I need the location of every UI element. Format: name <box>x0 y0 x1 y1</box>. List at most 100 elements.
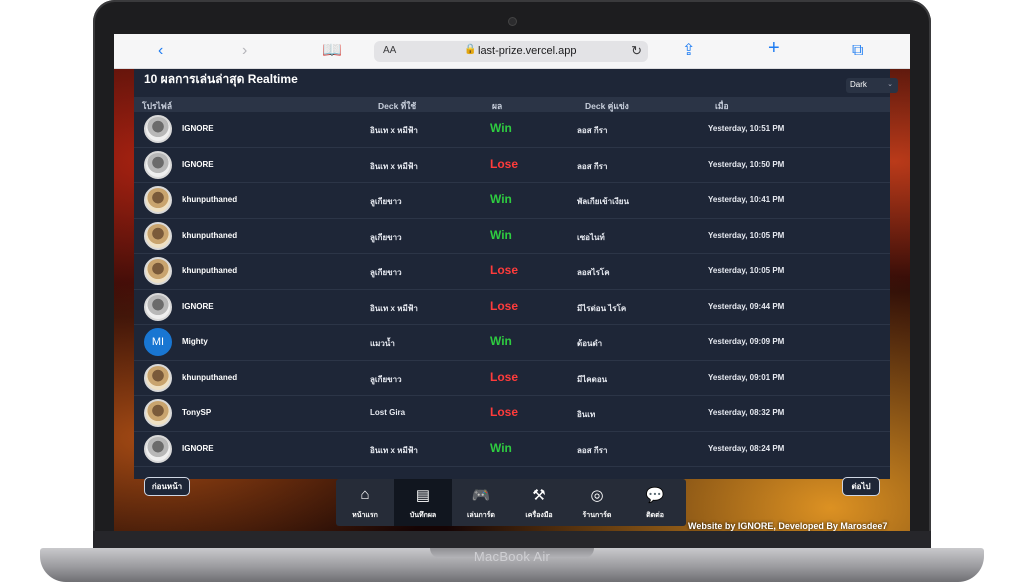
opponent-deck: พัลเกียเข้าเงียน <box>577 197 629 206</box>
share-icon[interactable]: ⇪ <box>682 42 695 60</box>
deck-used: ลูเกียขาว <box>370 268 402 277</box>
player-name[interactable]: Mighty <box>182 337 208 346</box>
opponent-deck: ลอส กีรา <box>577 126 608 135</box>
played-at: Yesterday, 10:41 PM <box>708 195 785 204</box>
match-result: Lose <box>490 298 519 313</box>
bookmarks-icon[interactable]: 📖 <box>322 42 342 60</box>
opponent-deck: มีไคดอน <box>577 374 608 384</box>
forward-icon[interactable]: › <box>242 42 247 60</box>
footer-credit: Website by IGNORE, Developed By Marosdee… <box>688 521 888 531</box>
player-name[interactable]: khunputhaned <box>182 373 237 382</box>
col-when: เมื่อ <box>715 101 729 111</box>
prev-button[interactable]: ก่อนหน้า <box>144 477 190 496</box>
opponent-deck: เซอไนท์ <box>577 232 605 242</box>
device-label: MacBook Air <box>473 549 551 564</box>
home-icon: ⌂ <box>360 486 370 503</box>
results-table: IGNORE อินเท x หมีฟ้า Win ลอส กีรา Yesterday… <box>134 112 890 467</box>
player-name[interactable]: IGNORE <box>182 124 214 133</box>
bottom-nav: ⌂ หน้าแรก ▤ บันทึกผล 🎮 เล่นการ์ด ⚒ เครื่องมือ ◎ ร… <box>336 479 686 526</box>
deck-used: ลูเกียขาว <box>370 232 402 242</box>
lock-icon: 🔒 <box>464 44 477 55</box>
played-at: Yesterday, 10:05 PM <box>708 266 785 275</box>
player-name[interactable]: IGNORE <box>182 302 214 311</box>
opponent-deck: ด้อนดำ <box>577 339 603 348</box>
player-name[interactable]: khunputhaned <box>182 231 237 240</box>
deck-used: แมวน้ำ <box>370 339 395 348</box>
col-profile: โปรไฟล์ <box>142 101 173 111</box>
avatar[interactable] <box>144 115 172 143</box>
avatar[interactable] <box>144 399 172 427</box>
avatar[interactable] <box>144 292 172 321</box>
player-name[interactable]: IGNORE <box>182 160 214 169</box>
opponent-deck: ลอส กีรา <box>577 445 608 455</box>
avatar[interactable] <box>144 434 172 463</box>
tools-icon: ⚒ <box>532 487 546 504</box>
avatar[interactable] <box>144 221 172 250</box>
col-deck: Deck ที่ใช้ <box>378 101 417 111</box>
nav-item-pokeball[interactable]: ◎ ร้านการ์ด <box>568 479 626 526</box>
theme-select-value: Dark <box>850 80 867 89</box>
theme-select[interactable]: Dark ⌄ <box>846 78 898 93</box>
safari-toolbar: ‹ › 📖 AA 🔒 last-prize.vercel.app ↻ ⇪ + ⧉ <box>114 34 910 69</box>
back-icon[interactable]: ‹ <box>158 42 163 60</box>
nav-label: เล่นการ์ด <box>467 512 495 519</box>
match-result: Win <box>490 334 512 348</box>
record-icon: ▤ <box>415 487 431 504</box>
reload-icon[interactable]: ↻ <box>631 43 642 59</box>
table-row: TonySP Lost Gira Lose อินเท Yesterday, 08:32… <box>134 396 890 432</box>
deck-used: Lost Gira <box>370 408 406 417</box>
player-name[interactable]: TonySP <box>182 408 211 417</box>
nav-item-home[interactable]: ⌂ หน้าแรก <box>336 479 394 526</box>
opponent-deck: อินเท <box>577 410 596 419</box>
text-size-button[interactable]: AA <box>383 45 396 56</box>
next-button[interactable]: ต่อไป <box>842 477 880 496</box>
match-result: Win <box>490 227 512 242</box>
opponent-deck: ลอสไรโค <box>577 268 610 277</box>
match-result: Win <box>490 192 512 206</box>
tabs-icon[interactable]: ⧉ <box>852 42 863 60</box>
address-bar[interactable]: AA 🔒 last-prize.vercel.app ↻ <box>374 41 648 62</box>
url-text[interactable]: last-prize.vercel.app <box>478 45 576 57</box>
avatar[interactable]: MI <box>144 328 172 356</box>
screen: ‹ › 📖 AA 🔒 last-prize.vercel.app ↻ ⇪ + ⧉… <box>114 34 910 531</box>
chevron-down-icon: ⌄ <box>887 81 893 88</box>
nav-item-record[interactable]: ▤ บันทึกผล <box>394 479 452 526</box>
new-tab-icon[interactable]: + <box>768 38 780 58</box>
table-row: IGNORE อินเท x หมีฟ้า Lose ลอส กีรา Yesterda… <box>134 147 890 183</box>
player-name[interactable]: IGNORE <box>182 444 214 453</box>
table-row: IGNORE อินเท x หมีฟ้า Lose มีไรด่อน ไรโค Yes… <box>134 289 890 325</box>
nav-item-tools[interactable]: ⚒ เครื่องมือ <box>510 479 568 526</box>
camera-dot <box>509 18 516 25</box>
deck-used: ลูเกียขาว <box>370 197 402 206</box>
table-header: โปรไฟล์ Deck ที่ใช้ ผล Deck คู่แข่ง เมื่… <box>134 97 890 112</box>
deck-used: อินเท x หมีฟ้า <box>370 445 418 455</box>
chat-icon: 💬 <box>645 487 665 504</box>
pokeball-icon: ◎ <box>590 487 604 504</box>
table-row: khunputhaned ลูเกียขาว Win เซอไนท์ Yesterday… <box>134 218 890 254</box>
match-result: Lose <box>490 369 519 384</box>
nav-item-chat[interactable]: 💬 ติดต่อ <box>626 479 684 526</box>
table-row: IGNORE อินเท x หมีฟ้า Win ลอส กีรา Yesterday… <box>134 431 890 467</box>
avatar[interactable] <box>144 363 172 392</box>
laptop-bezel-bottom <box>93 531 931 548</box>
played-at: Yesterday, 09:09 PM <box>708 337 785 346</box>
table-row: khunputhaned ลูเกียขาว Lose ลอสไรโค Yesterda… <box>134 254 890 290</box>
nav-item-gamepad[interactable]: 🎮 เล่นการ์ด <box>452 479 510 526</box>
played-at: Yesterday, 08:24 PM <box>708 443 785 453</box>
played-at: Yesterday, 10:51 PM <box>708 124 785 133</box>
match-result: Lose <box>490 156 519 171</box>
player-name[interactable]: khunputhaned <box>182 195 237 204</box>
played-at: Yesterday, 10:50 PM <box>708 159 785 169</box>
nav-label: หน้าแรก <box>352 512 378 519</box>
avatar[interactable] <box>144 257 172 285</box>
opponent-deck: ลอส กีรา <box>577 161 608 171</box>
avatar[interactable] <box>144 186 172 214</box>
match-result: Lose <box>490 405 519 419</box>
opponent-deck: มีไรด่อน ไรโค <box>577 303 627 313</box>
deck-used: อินเท x หมีฟ้า <box>370 161 418 171</box>
match-result: Lose <box>490 263 519 277</box>
played-at: Yesterday, 10:05 PM <box>708 230 785 240</box>
player-name[interactable]: khunputhaned <box>182 266 237 275</box>
avatar[interactable] <box>144 150 172 179</box>
nav-label: เครื่องมือ <box>525 512 553 519</box>
